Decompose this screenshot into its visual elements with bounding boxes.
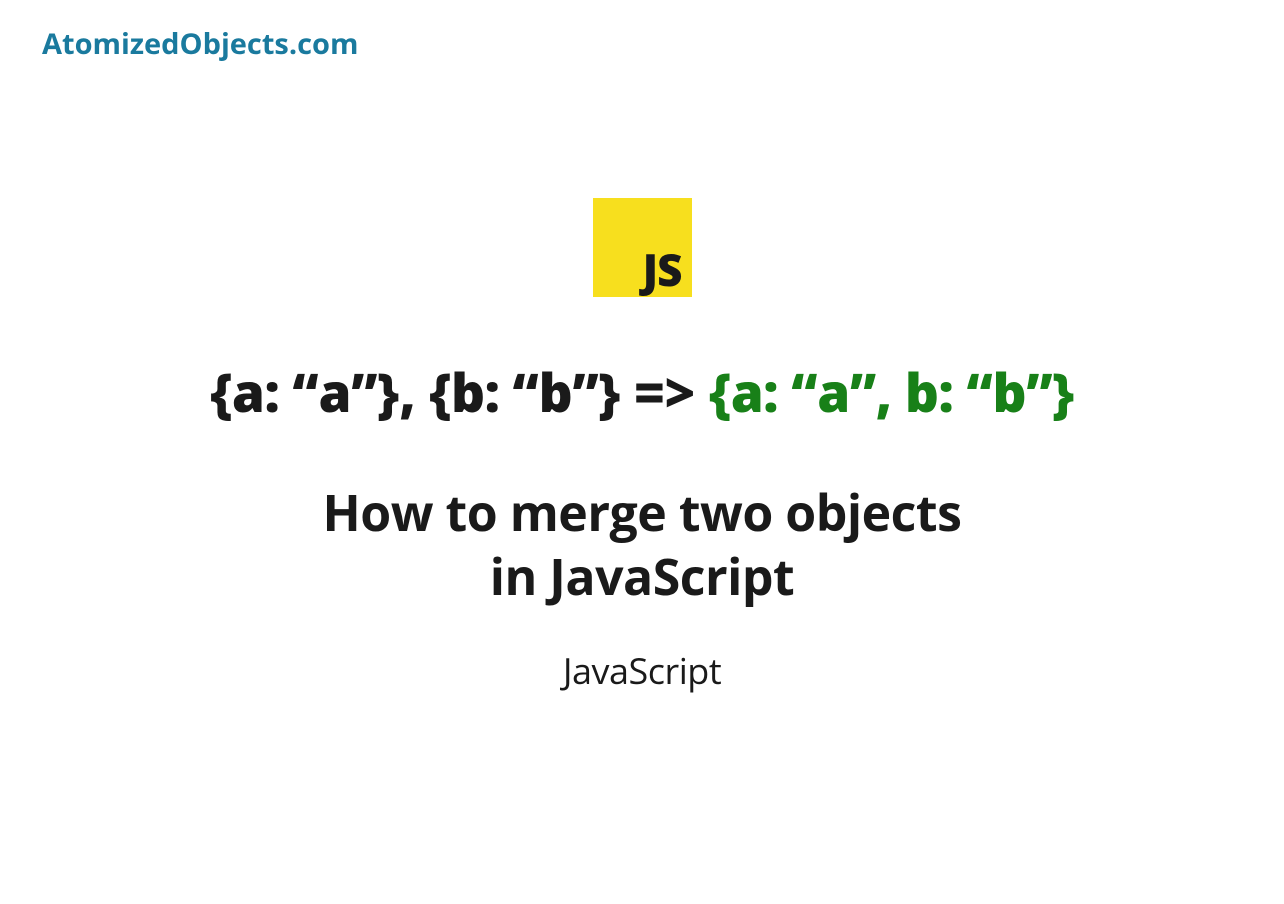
javascript-logo-text: JS <box>643 247 682 291</box>
title-line-2: in JavaScript <box>323 544 962 608</box>
code-input-part: {a: “a”}, {b: “b”} => <box>209 355 708 428</box>
content-container: JS {a: “a”}, {b: “b”} => {a: “a”, b: “b”… <box>0 198 1284 695</box>
category-label: JavaScript <box>563 646 721 695</box>
code-example-text: {a: “a”}, {b: “b”} => {a: “a”, b: “b”} <box>209 355 1074 428</box>
article-title: How to merge two objects in JavaScript <box>323 480 962 608</box>
javascript-logo-icon: JS <box>593 198 692 297</box>
title-line-1: How to merge two objects <box>323 480 962 544</box>
site-name-link[interactable]: AtomizedObjects.com <box>42 24 358 63</box>
code-output-part: {a: “a”, b: “b”} <box>708 355 1074 428</box>
